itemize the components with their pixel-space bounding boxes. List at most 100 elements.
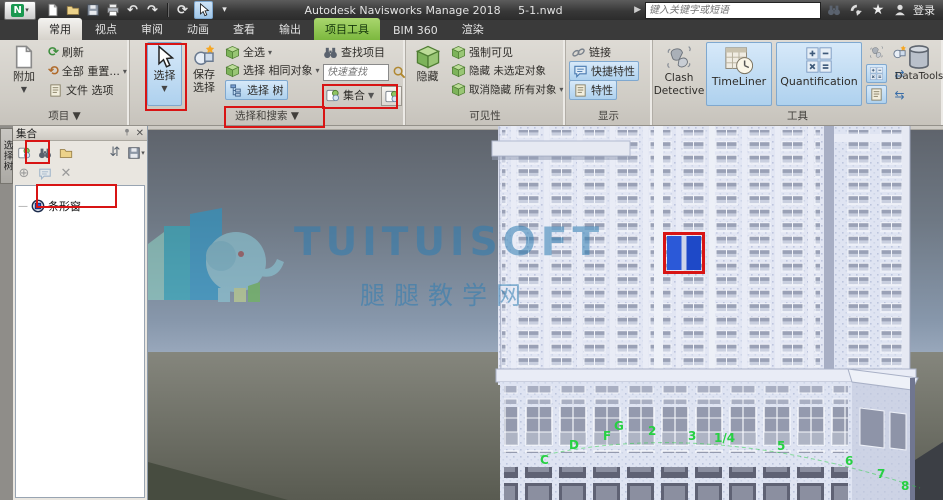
help-search-input[interactable] [645,2,821,19]
open-file-button[interactable] [64,2,81,18]
file-options-button[interactable]: 文件 选项 [48,81,114,99]
find-sets-button[interactable] [36,144,54,162]
save-selection-as-set-button[interactable] [15,144,33,162]
tab-output[interactable]: 输出 [268,18,312,40]
sets-toolbar-row1: ⇵ ▾ [15,143,145,162]
viewport-3d[interactable]: C D F G 2 3 1/4 5 6 7 8 [148,126,943,500]
svg-text:6: 6 [845,454,853,468]
quick-find-input[interactable] [323,64,389,81]
add-comment-button[interactable] [36,165,54,183]
print-button[interactable] [104,2,121,18]
app-title-text: Autodesk Navisworks Manage 2018 [304,4,500,17]
refresh-ribbon-button[interactable]: ⟳ 刷新 [48,43,84,61]
find-items-button[interactable]: 查找项目 [323,43,385,61]
tab-bim360[interactable]: BIM 360 [382,21,449,40]
selection-tree-vertical-tab[interactable]: 选择树 [0,128,13,184]
manage-sets-button[interactable] [381,86,402,106]
select-button[interactable]: 选择 ▼ [147,42,182,106]
animator-icon [869,45,884,60]
window-title: Autodesk Navisworks Manage 2018 5-1.nwd [235,4,632,17]
sign-in-link[interactable]: 登录 [913,2,935,18]
title-bar: N ▾ ↶ ↷ ⟳ ▾ Autodesk Navisworks Manage 2… [0,0,943,20]
hide-unselected-button[interactable]: 隐藏 未选定对象 [451,61,546,79]
sets-dropdown[interactable]: 集合 ▼ [325,86,374,104]
animator-button[interactable] [866,43,887,62]
sets-panel-titlebar[interactable]: 集合 ✕ [13,126,147,141]
datatools-button[interactable]: DataTools [896,42,942,106]
reset-all-button[interactable]: ⟲ 全部 重置... ▾ [48,62,127,80]
tab-item-tools[interactable]: 项目工具 [314,18,380,40]
save-selection-button[interactable]: 保存 选择 [187,42,221,106]
tab-render[interactable]: 渲染 [451,18,495,40]
user-account-icon[interactable] [891,2,909,18]
append-label: 附加 [13,70,35,83]
select-tool-button[interactable] [194,1,213,19]
favorites-star-icon[interactable]: ★ [869,2,887,18]
group-select-search-label[interactable]: 选择和搜索 ▼ [129,109,405,124]
qat-customize-chevron[interactable]: ▾ [216,2,233,18]
close-icon[interactable]: ✕ [136,128,144,139]
append-button[interactable]: 附加 ▼ [6,42,42,106]
appearance-profiler-button[interactable] [866,64,887,83]
properties-toggle[interactable]: 特性 [569,80,617,100]
save-button[interactable] [84,2,101,18]
file-options-icon [48,83,63,98]
undo-button[interactable]: ↶ [124,2,141,18]
links-button[interactable]: 链接 [571,43,611,61]
tab-home[interactable]: 常用 [38,18,82,40]
chevron-down-icon: ▼ [161,82,167,95]
svg-text:D: D [569,438,579,452]
refresh-button[interactable]: ⟳ [174,2,191,18]
select-all-button[interactable]: 全选 ▾ [225,43,272,61]
pin-icon[interactable] [122,127,132,140]
tree-branch-line: — [18,201,28,212]
compare-button[interactable] [866,85,887,104]
chevron-down-icon: ▾ [316,66,320,75]
svg-text:G: G [614,419,624,433]
select-same-button[interactable]: 选择 相同对象 ▾ [225,61,320,79]
select-all-icon [225,45,240,60]
file-name-text: 5-1.nwd [518,4,562,17]
selection-tree-toggle[interactable]: 选择 树 [225,80,288,100]
quantification-button[interactable]: Quantification [776,42,862,106]
tab-view[interactable]: 查看 [222,18,266,40]
hide-button[interactable]: 隐藏 [410,42,445,106]
group-project-label[interactable]: 项目 ▼ [0,109,129,124]
redo-button[interactable]: ↷ [144,2,161,18]
quick-properties-toggle[interactable]: 快捷特性 [569,61,639,81]
delete-set-button[interactable]: ✕ [57,165,75,183]
chevron-down-icon: ▾ [141,149,145,157]
select-same-icon [225,63,240,78]
unhide-all-button[interactable]: 取消隐藏 所有对象 ▾ [451,80,563,98]
navisworks-logo-icon: N [11,4,24,17]
group-tools: Clash Detective TimeLiner Quantification… [652,40,943,125]
chevron-down-icon: ▾ [25,6,29,14]
flyout-arrow-icon[interactable]: ▶ [634,5,641,15]
timeliner-button[interactable]: TimeLiner [706,42,772,106]
import-export-button[interactable]: ▾ [127,144,145,162]
tab-review[interactable]: 审阅 [130,18,174,40]
building-model[interactable] [492,126,918,500]
refresh-icon: ⟳ [48,45,59,60]
new-folder-button[interactable] [57,144,75,162]
sort-button[interactable]: ⇵ [106,144,124,162]
new-file-button[interactable] [44,2,61,18]
svg-text:C: C [540,453,549,467]
communication-center-icon[interactable] [847,2,865,18]
require-button[interactable]: 强制可见 [451,43,513,61]
group-project: 附加 ▼ ⟳ 刷新 ⟲ 全部 重置... ▾ 文件 选项 项目 ▼ [0,40,130,125]
search-icon[interactable] [825,2,843,18]
tab-viewpoint[interactable]: 视点 [84,18,128,40]
set-tree-item[interactable]: — 条形窗 [18,198,81,214]
infocenter: ▶ ★ 登录 [634,2,939,19]
clash-detective-button[interactable]: Clash Detective [656,42,702,106]
selected-window[interactable] [665,234,704,273]
ribbon-tab-bar: 常用 视点 审阅 动画 查看 输出 项目工具 BIM 360 渲染 [0,20,943,40]
svg-text:1/4: 1/4 [714,431,735,445]
duplicate-set-button[interactable]: ⊕ [15,165,33,183]
sets-tree[interactable]: — 条形窗 [15,185,145,498]
compare-icon [869,87,884,102]
tab-animation[interactable]: 动画 [176,18,220,40]
group-visibility-label: 可见性 [405,109,565,124]
application-menu-button[interactable]: N ▾ [4,1,36,20]
